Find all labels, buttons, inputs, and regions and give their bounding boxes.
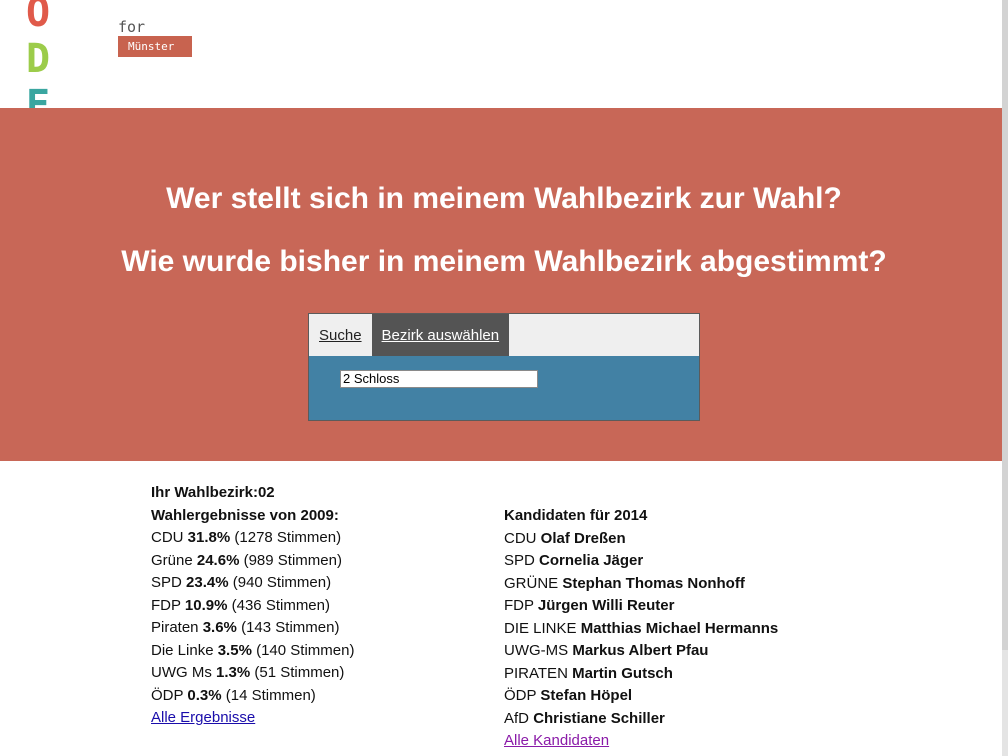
candidate-party: AfD [504, 709, 530, 727]
candidate-party: GRÜNE [504, 574, 559, 592]
candidate-row: CDU Olaf Dreßen [504, 528, 904, 551]
result-row: FDP 10.9% (436 Stimmen) [151, 595, 491, 618]
tab-bezirk-auswaehlen[interactable]: Bezirk auswählen [371, 314, 510, 356]
result-party: FDP [151, 596, 181, 614]
result-row: ÖDP 0.3% (14 Stimmen) [151, 685, 491, 708]
result-percent: 3.6% [202, 619, 237, 636]
vertical-scrollbar[interactable] [1002, 0, 1008, 756]
logo-for-text: for [118, 18, 146, 36]
candidate-name: Matthias Michael Hermanns [580, 619, 779, 637]
result-votes: (143 Stimmen) [241, 619, 340, 636]
result-party: SPD [151, 574, 182, 591]
candidates-list: CDU Olaf Dreßen SPD Cornelia Jäger GRÜNE S… [504, 528, 904, 731]
result-row: Piraten 3.6% (143 Stimmen) [151, 617, 491, 640]
candidate-name: Stephan Thomas Nonhoff [562, 574, 745, 592]
result-party: Grüne [151, 551, 193, 569]
district-picker-panel: Suche Bezirk auswählen 2 Schloss [308, 313, 700, 421]
result-votes: (989 Stimmen) [243, 551, 342, 569]
candidate-name: Stefan Höpel [540, 687, 633, 704]
candidate-row: ÖDP Stefan Höpel [504, 685, 904, 708]
logo-letter: D [26, 36, 52, 82]
result-percent: 24.6% [196, 551, 240, 569]
hero-question-results: Wie wurde bisher in meinem Wahlbezirk ab… [121, 245, 887, 278]
result-row: SPD 23.4% (940 Stimmen) [151, 572, 491, 595]
result-row: UWG Ms 1.3% (51 Stimmen) [151, 662, 491, 685]
result-party: ÖDP [151, 686, 184, 704]
hero-section: Wer stellt sich in meinem Wahlbezirk zur… [0, 108, 1002, 461]
district-heading: Ihr Wahlbezirk:02 [151, 482, 491, 505]
candidate-party: SPD [504, 552, 535, 569]
logo-wordmark: CODE [26, 0, 51, 128]
candidate-row: SPD Cornelia Jäger [504, 550, 904, 573]
results-list: CDU 31.8% (1278 Stimmen) Grüne 24.6% (989… [151, 527, 491, 707]
candidate-name: Jürgen Willi Reuter [537, 597, 675, 614]
result-percent: 31.8% [187, 529, 231, 546]
candidate-name: Martin Gutsch [572, 664, 673, 682]
scrollbar-thumb[interactable] [1002, 0, 1008, 650]
candidate-row: UWG-MS Markus Albert Pfau [504, 640, 904, 663]
result-party: UWG Ms [151, 664, 212, 681]
district-label: Ihr Wahlbezirk: [151, 484, 258, 501]
candidate-name: Christiane Schiller [533, 709, 665, 727]
candidate-row: FDP Jürgen Willi Reuter [504, 595, 904, 618]
district-select[interactable]: 2 Schloss [340, 370, 538, 388]
result-party: Die Linke [151, 641, 214, 659]
result-votes: (436 Stimmen) [231, 596, 330, 614]
hero-question-candidates: Wer stellt sich in meinem Wahlbezirk zur… [166, 182, 842, 215]
candidate-party: PIRATEN [504, 664, 568, 682]
result-percent: 3.5% [217, 641, 252, 659]
candidate-party: FDP [504, 597, 534, 614]
district-number: 02 [257, 484, 275, 501]
result-votes: (51 Stimmen) [254, 664, 345, 681]
picker-tabs: Suche Bezirk auswählen [309, 314, 699, 356]
results-2009-column: Ihr Wahlbezirk:02 Wahlergebnisse von 200… [151, 482, 491, 730]
candidates-column: Kandidaten für 2014 CDU Olaf Dreßen SPD C… [504, 505, 904, 753]
result-votes: (14 Stimmen) [225, 686, 316, 704]
result-votes: (140 Stimmen) [256, 641, 355, 659]
result-party: Piraten [151, 619, 199, 636]
result-row: Grüne 24.6% (989 Stimmen) [151, 550, 491, 573]
candidate-row: AfD Christiane Schiller [504, 708, 904, 731]
logo-letter: O [26, 0, 52, 36]
result-percent: 0.3% [187, 686, 222, 704]
candidate-row: GRÜNE Stephan Thomas Nonhoff [504, 573, 904, 596]
all-results-link[interactable]: Alle Ergebnisse [151, 709, 255, 726]
results-2009-title: Wahlergebnisse von 2009: [151, 506, 339, 524]
result-percent: 23.4% [186, 574, 229, 591]
candidate-party: DIE LINKE [504, 619, 577, 637]
all-candidates-link[interactable]: Alle Kandidaten [504, 732, 609, 749]
candidate-name: Olaf Dreßen [540, 529, 626, 547]
candidate-name: Markus Albert Pfau [572, 642, 709, 659]
result-row: Die Linke 3.5% (140 Stimmen) [151, 640, 491, 663]
candidate-party: CDU [504, 529, 537, 547]
result-votes: (1278 Stimmen) [234, 529, 342, 546]
candidate-row: PIRATEN Martin Gutsch [504, 663, 904, 686]
result-row: CDU 31.8% (1278 Stimmen) [151, 527, 491, 550]
tab-suche[interactable]: Suche [309, 314, 372, 356]
result-votes: (940 Stimmen) [232, 574, 332, 591]
result-percent: 1.3% [216, 664, 251, 681]
candidate-party: ÖDP [504, 687, 537, 704]
candidate-row: DIE LINKE Matthias Michael Hermanns [504, 618, 904, 641]
candidate-name: Cornelia Jäger [539, 552, 644, 569]
candidates-title: Kandidaten für 2014 [504, 507, 648, 524]
site-header: CODE for Münster [0, 0, 1002, 128]
result-party: CDU [151, 529, 184, 546]
result-percent: 10.9% [184, 596, 228, 614]
logo-city-badge: Münster [118, 36, 192, 57]
candidate-party: UWG-MS [504, 642, 569, 659]
